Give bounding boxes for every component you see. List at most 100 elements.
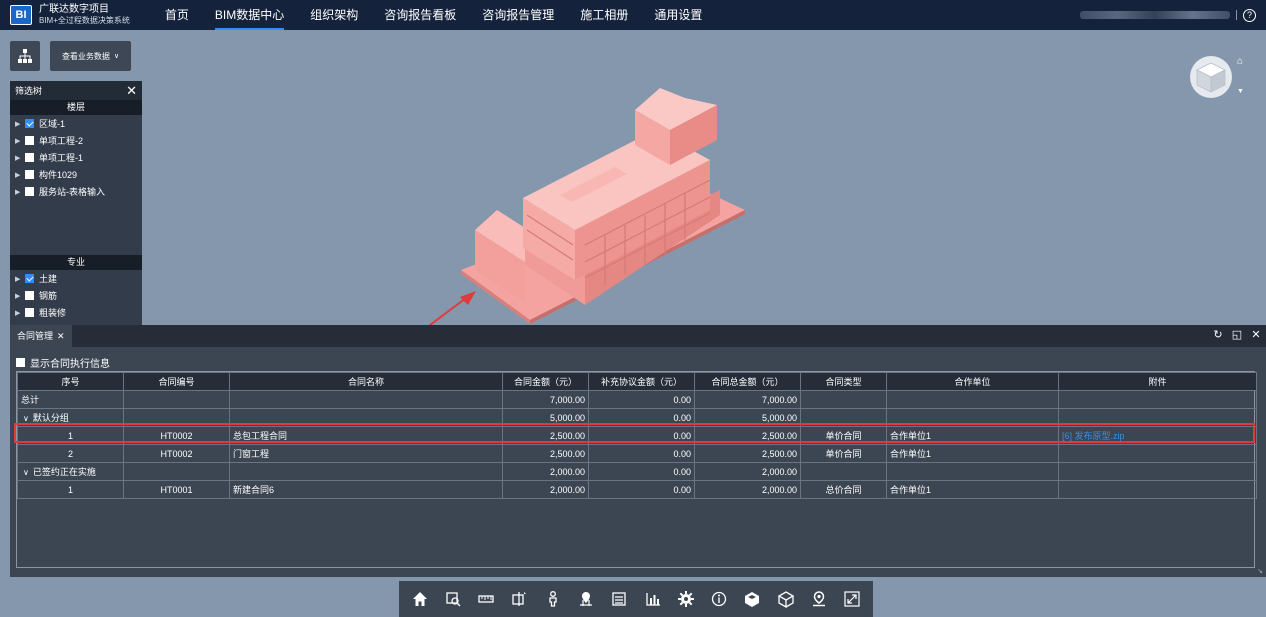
org-tree-button[interactable] xyxy=(10,41,40,71)
caret-right-icon[interactable]: ▶ xyxy=(15,171,22,179)
floor-item[interactable]: ▶ 区域-1 xyxy=(10,115,142,132)
discipline-item[interactable]: ▶ 粗装修 xyxy=(10,304,142,321)
main-nav: 首页 BIM数据中心 组织架构 咨询报告看板 咨询报告管理 施工相册 通用设置 xyxy=(152,0,715,30)
caret-right-icon[interactable]: ▶ xyxy=(15,309,22,317)
chevron-down-icon[interactable]: ∨ xyxy=(23,468,29,477)
col-header-code[interactable]: 合同编号 xyxy=(123,372,230,391)
discipline-item[interactable]: ▶ 钢筋 xyxy=(10,287,142,304)
tab-close-icon[interactable]: ✕ xyxy=(57,325,65,347)
floor-item[interactable]: ▶ 单项工程-1 xyxy=(10,149,142,166)
cell-text: 7,000.00 xyxy=(761,394,797,405)
nav-item-report-board[interactable]: 咨询报告看板 xyxy=(371,0,469,30)
person-icon[interactable] xyxy=(542,588,564,610)
cell-total: 2,500.00 xyxy=(694,426,801,445)
nav-item-photo-album[interactable]: 施工相册 xyxy=(567,0,641,30)
discipline-item[interactable]: ▶ 土建 xyxy=(10,270,142,287)
cell-total: 2,500.00 xyxy=(694,444,801,463)
list-icon[interactable] xyxy=(608,588,630,610)
discipline-checkbox[interactable] xyxy=(25,308,34,317)
cell-text: HT0002 xyxy=(160,448,193,459)
filter-tree-header: 筛选树 ✕ xyxy=(10,81,142,100)
floor-checkbox[interactable] xyxy=(25,170,34,179)
filter-tree-panel: 筛选树 ✕ 楼层 ▶ 区域-1 ▶ 单项工程-2 ▶ 单项工程-1 ▶ 构件1029 ▶ 服务站-… xyxy=(10,81,142,331)
col-header-name[interactable]: 合同名称 xyxy=(229,372,503,391)
col-header-total[interactable]: 合同总金额（元） xyxy=(694,372,801,391)
floor-checkbox[interactable] xyxy=(25,136,34,145)
floor-checkbox[interactable] xyxy=(25,119,34,128)
cell-name xyxy=(229,462,503,481)
col-header-seq[interactable]: 序号 xyxy=(17,372,124,391)
home-icon[interactable] xyxy=(409,588,431,610)
chevron-down-icon[interactable]: ∨ xyxy=(23,414,29,423)
cell-text: 0.00 xyxy=(673,430,691,441)
cell-attachment[interactable]: [6] 发布原型.zip xyxy=(1058,426,1257,445)
close-icon[interactable]: ✕ xyxy=(126,84,137,97)
cell-seq: 2 xyxy=(17,444,124,463)
measure-icon[interactable] xyxy=(475,588,497,610)
table-row[interactable]: 1 HT0001 新建合同6 2,000.00 0.00 2,000.00 总价合同 合作单位… xyxy=(17,480,1257,499)
col-header-amount[interactable]: 合同金额（元） xyxy=(502,372,589,391)
table-header-row: 序号 合同编号 合同名称 合同金额（元） 补充协议金额（元） 合同总金额（元） … xyxy=(17,372,1257,391)
system-name: BIM+全过程数据决策系统 xyxy=(39,16,130,25)
bim-model-viewport[interactable] xyxy=(455,80,755,325)
popout-icon[interactable]: ◱ xyxy=(1231,328,1243,342)
caret-right-icon[interactable]: ▶ xyxy=(15,120,22,128)
caret-right-icon[interactable]: ▶ xyxy=(15,292,22,300)
fullscreen-icon[interactable] xyxy=(841,588,863,610)
cell-code xyxy=(123,408,230,427)
user-name-redacted[interactable] xyxy=(1080,11,1230,19)
cube-icon[interactable] xyxy=(775,588,797,610)
group-row[interactable]: ∨ 默认分组 5,000.00 0.00 5,000.00 xyxy=(17,408,1257,427)
floor-item[interactable]: ▶ 单项工程-2 xyxy=(10,132,142,149)
floor-label: 单项工程-2 xyxy=(39,136,84,146)
discipline-checkbox[interactable] xyxy=(25,274,34,283)
discipline-checkbox[interactable] xyxy=(25,291,34,300)
nav-item-settings[interactable]: 通用设置 xyxy=(641,0,715,30)
section-icon[interactable] xyxy=(508,588,530,610)
refresh-icon[interactable]: ↻ xyxy=(1212,328,1224,342)
floor-item[interactable]: ▶ 构件1029 xyxy=(10,166,142,183)
close-icon[interactable]: ✕ xyxy=(1250,328,1262,342)
zoom-window-icon[interactable] xyxy=(442,588,464,610)
col-header-supplement[interactable]: 补充协议金额（元） xyxy=(588,372,695,391)
nav-item-home[interactable]: 首页 xyxy=(152,0,202,30)
view-home-icon[interactable]: ⌂ xyxy=(1237,56,1243,67)
col-header-type[interactable]: 合同类型 xyxy=(800,372,887,391)
user-area: ? xyxy=(1080,0,1256,30)
app-logo[interactable]: BI 广联达数字项目 BIM+全过程数据决策系统 xyxy=(10,4,130,26)
show-exec-checkbox[interactable] xyxy=(16,358,25,367)
nav-item-org[interactable]: 组织架构 xyxy=(297,0,371,30)
table-row[interactable]: 2 HT0002 门窗工程 2,500.00 0.00 2,500.00 单价合同 合作单位1 xyxy=(17,444,1257,463)
view-business-data-button[interactable]: 查看业务数据 ∨ xyxy=(50,41,131,71)
floor-checkbox[interactable] xyxy=(25,187,34,196)
resize-grip-icon[interactable]: ↘ xyxy=(1257,567,1263,575)
floor-checkbox[interactable] xyxy=(25,153,34,162)
col-header-partner[interactable]: 合作单位 xyxy=(886,372,1059,391)
group-row[interactable]: ∨ 已签约正在实施 2,000.00 0.00 2,000.00 xyxy=(17,462,1257,481)
caret-right-icon[interactable]: ▶ xyxy=(15,137,22,145)
nav-item-bim-data-center[interactable]: BIM数据中心 xyxy=(202,0,297,30)
col-header-attachment[interactable]: 附件 xyxy=(1058,372,1257,391)
tab-contract-management[interactable]: 合同管理 ✕ xyxy=(10,325,72,347)
chart-icon[interactable] xyxy=(642,588,664,610)
help-icon[interactable]: ? xyxy=(1243,8,1256,22)
table-row[interactable]: 1 HT0002 总包工程合同 2,500.00 0.00 2,500.00 单价合同 合作单… xyxy=(17,426,1257,445)
caret-right-icon[interactable]: ▶ xyxy=(15,154,22,162)
settings-icon[interactable] xyxy=(675,588,697,610)
view-menu-down-icon[interactable]: ▼ xyxy=(1237,88,1244,95)
total-row[interactable]: 总计 7,000.00 0.00 7,000.00 xyxy=(17,390,1257,409)
cell-text: 0.00 xyxy=(673,412,691,423)
cell-code: HT0002 xyxy=(123,444,230,463)
floor-item[interactable]: ▶ 服务站-表格输入 xyxy=(10,183,142,200)
location-icon[interactable] xyxy=(575,588,597,610)
show-exec-toggle[interactable]: 显示合同执行信息 xyxy=(16,355,110,370)
map-pin-icon[interactable] xyxy=(808,588,830,610)
model-icon[interactable] xyxy=(741,588,763,610)
floors-section-title: 楼层 xyxy=(10,100,142,115)
caret-right-icon[interactable]: ▶ xyxy=(15,275,22,283)
cell-type xyxy=(800,390,887,409)
view-cube-icon[interactable] xyxy=(1189,55,1233,99)
info-icon[interactable] xyxy=(708,588,730,610)
caret-right-icon[interactable]: ▶ xyxy=(15,188,22,196)
nav-item-report-manage[interactable]: 咨询报告管理 xyxy=(469,0,567,30)
